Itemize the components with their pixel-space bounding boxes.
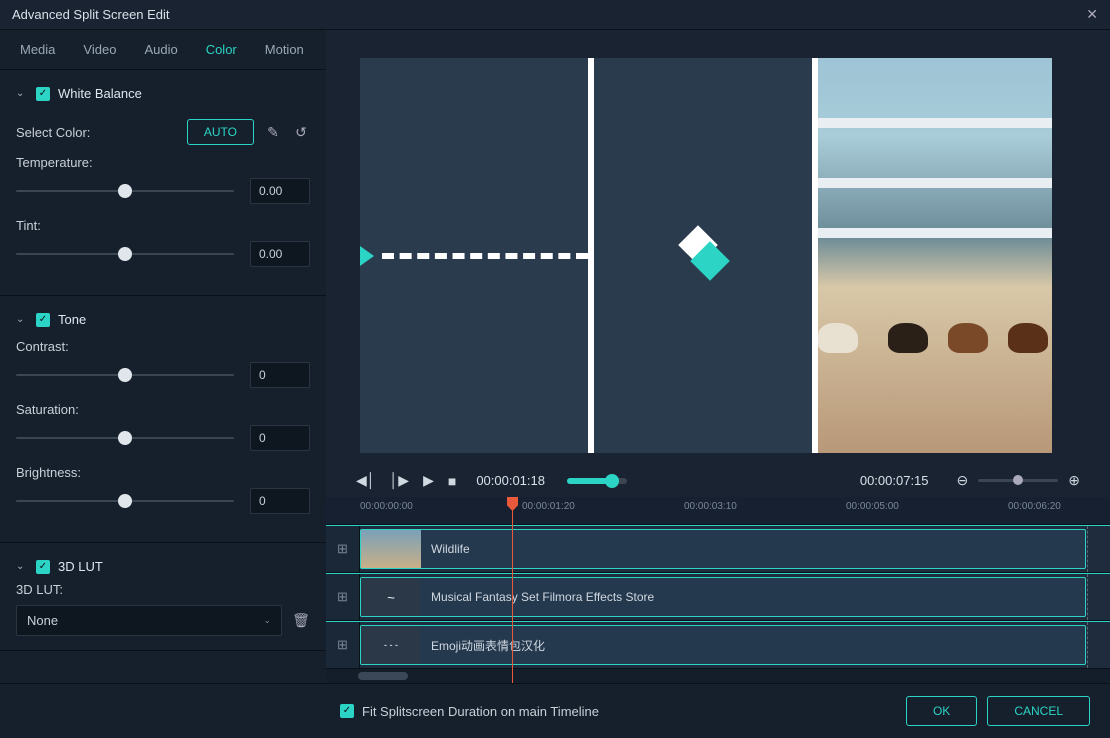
- playback-controls: ◀│ │▶ ▶ ■ 00:00:01:18 00:00:07:15 ⊖ ⊕: [326, 464, 1110, 497]
- tint-input[interactable]: [250, 241, 310, 267]
- chevron-down-icon: ⌄: [16, 314, 28, 325]
- logo-icon: [678, 231, 728, 281]
- lut-select[interactable]: None ⌄: [16, 605, 282, 636]
- section-header-white-balance[interactable]: ⌄ ✓ White Balance: [16, 78, 310, 109]
- select-color-label: Select Color:: [16, 125, 90, 140]
- lut-selected: None: [27, 613, 58, 628]
- current-time: 00:00:01:18: [476, 473, 545, 488]
- preview-pane-3[interactable]: [818, 58, 1052, 453]
- next-frame-button[interactable]: │▶: [390, 472, 410, 489]
- ruler-tick: 00:00:00:00: [360, 501, 413, 512]
- window-title: Advanced Split Screen Edit: [12, 7, 170, 22]
- left-panel: Media Video Audio Color Motion ⌄ ✓ White…: [0, 30, 326, 683]
- section-tone: ⌄ ✓ Tone Contrast: Saturation:: [0, 296, 326, 543]
- chevron-down-icon: ⌄: [16, 88, 28, 99]
- ruler-tick: 00:00:06:20: [1008, 501, 1061, 512]
- temperature-label: Temperature:: [16, 155, 310, 170]
- playhead[interactable]: [512, 497, 513, 683]
- lut-title: 3D LUT: [58, 559, 103, 574]
- track-row: ⊞ - - - Emoji动画表情包汉化: [326, 621, 1110, 669]
- track-row: ⊞ ~ Musical Fantasy Set Filmora Effects …: [326, 573, 1110, 621]
- stop-button[interactable]: ■: [448, 473, 456, 489]
- clip-label: Musical Fantasy Set Filmora Effects Stor…: [431, 590, 654, 604]
- titlebar: Advanced Split Screen Edit ✕: [0, 0, 1110, 30]
- preview-pane-1[interactable]: [360, 58, 594, 453]
- section-header-tone[interactable]: ⌄ ✓ Tone: [16, 304, 310, 335]
- brightness-input[interactable]: [250, 488, 310, 514]
- track-icon[interactable]: ⊞: [326, 526, 360, 572]
- tint-label: Tint:: [16, 218, 310, 233]
- saturation-label: Saturation:: [16, 402, 310, 417]
- clip-thumbnail: - - -: [361, 626, 421, 664]
- volume-slider[interactable]: [567, 478, 627, 484]
- tab-media[interactable]: Media: [6, 30, 69, 69]
- zoom-slider[interactable]: [978, 479, 1058, 482]
- track-icon[interactable]: ⊞: [326, 622, 360, 668]
- preview-pane-2[interactable]: [594, 58, 818, 453]
- ruler-tick: 00:00:03:10: [684, 501, 737, 512]
- tabs: Media Video Audio Color Motion: [0, 30, 326, 70]
- tab-motion[interactable]: Motion: [251, 30, 318, 69]
- clip-label: Emoji动画表情包汉化: [431, 637, 545, 654]
- clip[interactable]: - - - Emoji动画表情包汉化: [360, 625, 1086, 665]
- chevron-down-icon: ⌄: [263, 615, 271, 626]
- prev-frame-button[interactable]: ◀│: [356, 472, 376, 489]
- zoom-in-button[interactable]: ⊕: [1068, 472, 1080, 489]
- play-arrow-icon: [360, 246, 374, 266]
- checkbox-white-balance[interactable]: ✓: [36, 87, 50, 101]
- section-3d-lut: ⌄ ✓ 3D LUT 3D LUT: None ⌄ 🗑: [0, 543, 326, 651]
- section-white-balance: ⌄ ✓ White Balance Select Color: AUTO ✎ ↺…: [0, 70, 326, 296]
- clip-thumbnail: ~: [361, 578, 421, 616]
- timeline-scrollbar[interactable]: [326, 669, 1110, 683]
- contrast-label: Contrast:: [16, 339, 310, 354]
- tab-video[interactable]: Video: [69, 30, 130, 69]
- chevron-down-icon: ⌄: [16, 561, 28, 572]
- checkbox-tone[interactable]: ✓: [36, 313, 50, 327]
- tab-color[interactable]: Color: [192, 30, 251, 69]
- brightness-slider[interactable]: [16, 489, 234, 513]
- checkbox-fit-duration[interactable]: ✓: [340, 704, 354, 718]
- clip-label: Wildlife: [431, 542, 470, 556]
- saturation-slider[interactable]: [16, 426, 234, 450]
- ruler-tick: 00:00:01:20: [522, 501, 575, 512]
- reset-icon[interactable]: ↺: [292, 124, 310, 141]
- clip[interactable]: Wildlife: [360, 529, 1086, 569]
- timeline-ruler[interactable]: 00:00:00:00 00:00:01:20 00:00:03:10 00:0…: [326, 497, 1110, 525]
- fit-duration-label: Fit Splitscreen Duration on main Timelin…: [362, 704, 599, 719]
- close-icon[interactable]: ✕: [1086, 6, 1098, 23]
- timeline: 00:00:00:00 00:00:01:20 00:00:03:10 00:0…: [326, 497, 1110, 683]
- footer: ✓ Fit Splitscreen Duration on main Timel…: [0, 683, 1110, 738]
- track-icon[interactable]: ⊞: [326, 574, 360, 620]
- play-button[interactable]: ▶: [423, 472, 434, 489]
- white-balance-title: White Balance: [58, 86, 142, 101]
- delete-icon[interactable]: 🗑: [292, 612, 310, 629]
- checkbox-3d-lut[interactable]: ✓: [36, 560, 50, 574]
- section-header-3d-lut[interactable]: ⌄ ✓ 3D LUT: [16, 551, 310, 582]
- contrast-input[interactable]: [250, 362, 310, 388]
- duration-time: 00:00:07:15: [860, 473, 929, 488]
- brightness-label: Brightness:: [16, 465, 310, 480]
- tone-title: Tone: [58, 312, 86, 327]
- right-area: ◀│ │▶ ▶ ■ 00:00:01:18 00:00:07:15 ⊖ ⊕ 0: [326, 30, 1110, 683]
- tab-audio[interactable]: Audio: [130, 30, 191, 69]
- clip[interactable]: ~ Musical Fantasy Set Filmora Effects St…: [360, 577, 1086, 617]
- preview: [326, 30, 1110, 464]
- contrast-slider[interactable]: [16, 363, 234, 387]
- ruler-tick: 00:00:05:00: [846, 501, 899, 512]
- temperature-input[interactable]: [250, 178, 310, 204]
- cancel-button[interactable]: CANCEL: [987, 696, 1090, 726]
- lut-label: 3D LUT:: [16, 582, 310, 597]
- saturation-input[interactable]: [250, 425, 310, 451]
- auto-button[interactable]: AUTO: [187, 119, 254, 145]
- clip-thumbnail: [361, 530, 421, 568]
- temperature-slider[interactable]: [16, 179, 234, 203]
- ok-button[interactable]: OK: [906, 696, 977, 726]
- eyedropper-icon[interactable]: ✎: [264, 124, 282, 141]
- track-row: ⊞ Wildlife: [326, 525, 1110, 573]
- tint-slider[interactable]: [16, 242, 234, 266]
- zoom-out-button[interactable]: ⊖: [957, 472, 969, 489]
